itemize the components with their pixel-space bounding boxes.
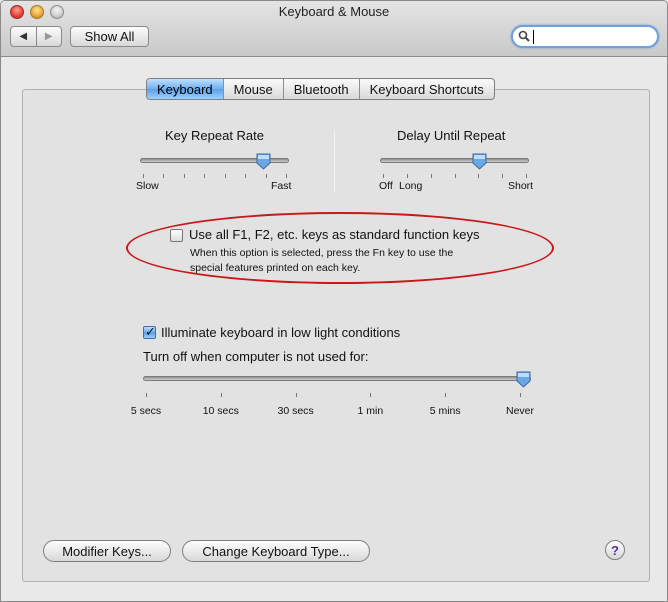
- function-keys-description-1: When this option is selected, press the …: [190, 247, 454, 259]
- tab-bluetooth[interactable]: Bluetooth: [282, 79, 359, 99]
- turn-off-label: Turn off when computer is not used for:: [143, 349, 369, 364]
- function-keys-description-2: special features printed on each key.: [190, 262, 361, 274]
- forward-arrow-icon[interactable]: ▶: [35, 27, 62, 46]
- turn-off-option: 5 mins: [429, 405, 461, 417]
- turn-off-option: Never: [505, 405, 535, 417]
- key-repeat-tick: [245, 174, 247, 178]
- illuminate-checkbox[interactable]: ✓: [143, 324, 156, 339]
- illuminate-label: Illuminate keyboard in low light conditi…: [161, 325, 401, 340]
- delay-repeat-tick: [406, 174, 408, 178]
- key-repeat-tick: [183, 174, 185, 178]
- checkmark-icon: ✓: [145, 324, 156, 339]
- key-repeat-tick: [224, 174, 226, 178]
- modifier-keys-button[interactable]: Modifier Keys...: [43, 540, 171, 562]
- delay-repeat-slider-track[interactable]: [380, 158, 529, 163]
- key-repeat-tick: [204, 174, 206, 178]
- key-repeat-slider-thumb[interactable]: [256, 153, 271, 170]
- delay-long-label: Long: [399, 180, 423, 192]
- delay-short-label: Short: [508, 180, 534, 192]
- tab-keyboard-shortcuts[interactable]: Keyboard Shortcuts: [358, 79, 494, 99]
- search-field[interactable]: [511, 25, 659, 48]
- title-bar: Keyboard & Mouse ◀ ▶ Show All: [1, 1, 667, 57]
- back-forward-control: ◀ ▶: [10, 26, 62, 47]
- delay-off-label: Off: [379, 180, 393, 192]
- turn-off-option: 5 secs: [130, 405, 162, 417]
- key-repeat-tick: [286, 174, 287, 178]
- window-title: Keyboard & Mouse: [278, 4, 390, 19]
- function-keys-label: Use all F1, F2, etc. keys as standard fu…: [189, 227, 480, 242]
- tab-mouse[interactable]: Mouse: [222, 79, 283, 99]
- column-divider: [334, 131, 335, 193]
- key-repeat-tick: [143, 174, 144, 178]
- key-repeat-title: Key Repeat Rate: [165, 128, 265, 143]
- turn-off-tick: [445, 393, 447, 397]
- key-repeat-max-label: Fast: [271, 180, 292, 192]
- delay-repeat-title: Delay Until Repeat: [397, 128, 506, 143]
- change-keyboard-type-button[interactable]: Change Keyboard Type...: [182, 540, 370, 562]
- delay-repeat-tick: [478, 174, 480, 178]
- tab-keyboard[interactable]: Keyboard: [147, 79, 223, 99]
- show-all-button[interactable]: Show All: [70, 26, 149, 47]
- turn-off-tick: [520, 393, 521, 397]
- delay-repeat-tick: [430, 174, 432, 178]
- tab-bar: Keyboard Mouse Bluetooth Keyboard Shortc…: [146, 78, 495, 100]
- key-repeat-tick: [163, 174, 165, 178]
- turn-off-option: 30 secs: [277, 405, 314, 417]
- text-cursor: [533, 30, 534, 44]
- turn-off-option: 10 secs: [202, 405, 239, 417]
- turn-off-tick: [220, 393, 222, 397]
- delay-repeat-tick: [383, 174, 384, 178]
- turn-off-option: 1 min: [357, 405, 384, 417]
- delay-repeat-tick: [502, 174, 504, 178]
- turn-off-tick: [370, 393, 372, 397]
- back-arrow-icon[interactable]: ◀: [11, 27, 36, 46]
- delay-repeat-tick: [454, 174, 456, 178]
- turn-off-tick: [146, 393, 147, 397]
- search-input[interactable]: [535, 28, 653, 45]
- search-icon: [518, 30, 530, 42]
- delay-repeat-slider-thumb[interactable]: [472, 153, 487, 170]
- delay-repeat-tick: [526, 174, 527, 178]
- turn-off-slider-track[interactable]: [143, 376, 531, 381]
- function-keys-checkbox[interactable]: [170, 229, 183, 242]
- turn-off-slider-thumb[interactable]: [516, 371, 531, 388]
- key-repeat-tick: [265, 174, 267, 178]
- help-button[interactable]: ?: [605, 540, 625, 560]
- turn-off-tick: [295, 393, 297, 397]
- key-repeat-min-label: Slow: [136, 180, 159, 192]
- keyboard-mouse-window: Keyboard & Mouse ◀ ▶ Show All Keyboard M…: [0, 0, 668, 602]
